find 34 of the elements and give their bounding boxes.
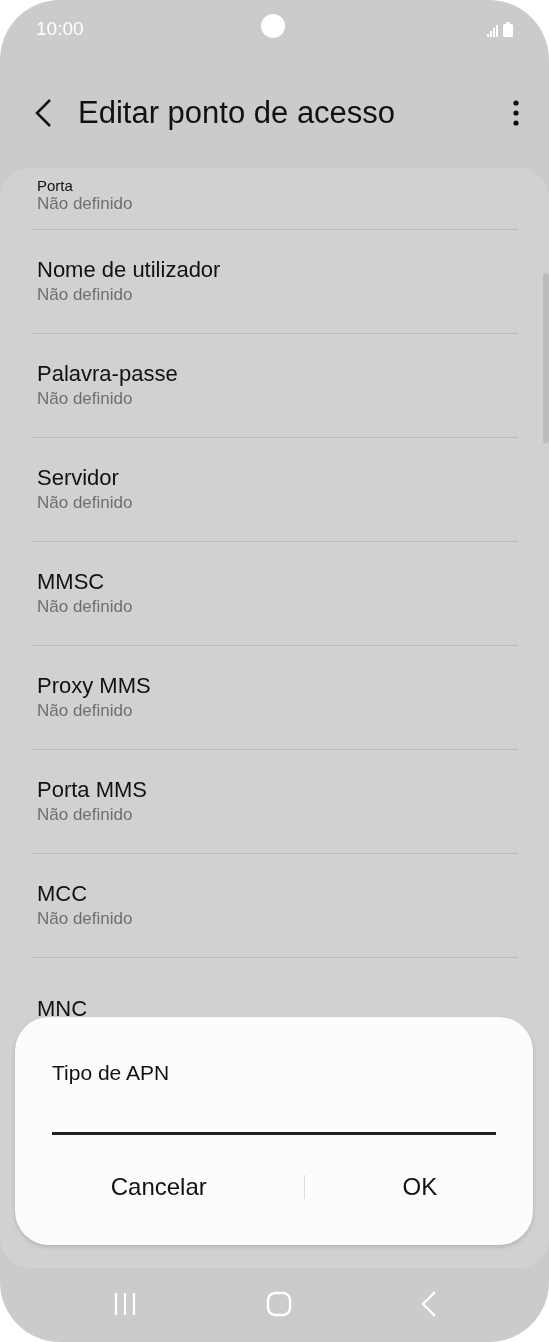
setting-title: Porta xyxy=(37,177,74,193)
setting-value: Não definido xyxy=(37,803,134,826)
settings-item[interactable]: Nome de utilizador Não definido xyxy=(31,230,518,334)
setting-value: Não definido xyxy=(37,595,134,618)
settings-item[interactable]: Porta MMS Não definido xyxy=(31,750,518,854)
setting-title: MMSC xyxy=(37,569,106,596)
setting-title: Nome de utilizador xyxy=(37,257,222,284)
dialog-button[interactable]: OK xyxy=(382,1158,458,1215)
signal-icon xyxy=(487,24,499,37)
battery-icon xyxy=(503,21,513,37)
settings-item[interactable]: Palavra-passe Não definido xyxy=(31,334,518,438)
setting-value: Não definido xyxy=(37,192,134,215)
settings-item[interactable]: MMSC Não definido xyxy=(31,542,518,646)
setting-title: Palavra-passe xyxy=(37,361,179,388)
dialog-title: Tipo de APN xyxy=(52,1060,171,1086)
setting-value: Não definido xyxy=(37,283,134,306)
page-title: Editar ponto de acesso xyxy=(78,93,396,132)
setting-title: MNC xyxy=(37,996,89,1023)
setting-value: Não definido xyxy=(37,907,134,930)
setting-value: Não definido xyxy=(37,491,134,514)
setting-value: Não definido xyxy=(37,387,134,410)
setting-title: Proxy MMS xyxy=(37,673,152,700)
camera-cutout xyxy=(261,14,285,38)
setting-value: Não definido xyxy=(37,699,134,722)
settings-item[interactable]: Porta Não definido xyxy=(31,168,518,230)
setting-title: MCC xyxy=(37,881,89,908)
dialog-button[interactable]: Cancelar xyxy=(90,1158,227,1215)
back-icon[interactable] xyxy=(34,98,52,128)
settings-item[interactable]: MCC Não definido xyxy=(31,854,518,958)
more-options-icon[interactable] xyxy=(513,100,519,126)
settings-item[interactable]: Servidor Não definido xyxy=(31,438,518,542)
settings-item[interactable]: Proxy MMS Não definido xyxy=(31,646,518,750)
setting-title: Porta MMS xyxy=(37,777,149,804)
setting-title: Servidor xyxy=(37,465,120,492)
